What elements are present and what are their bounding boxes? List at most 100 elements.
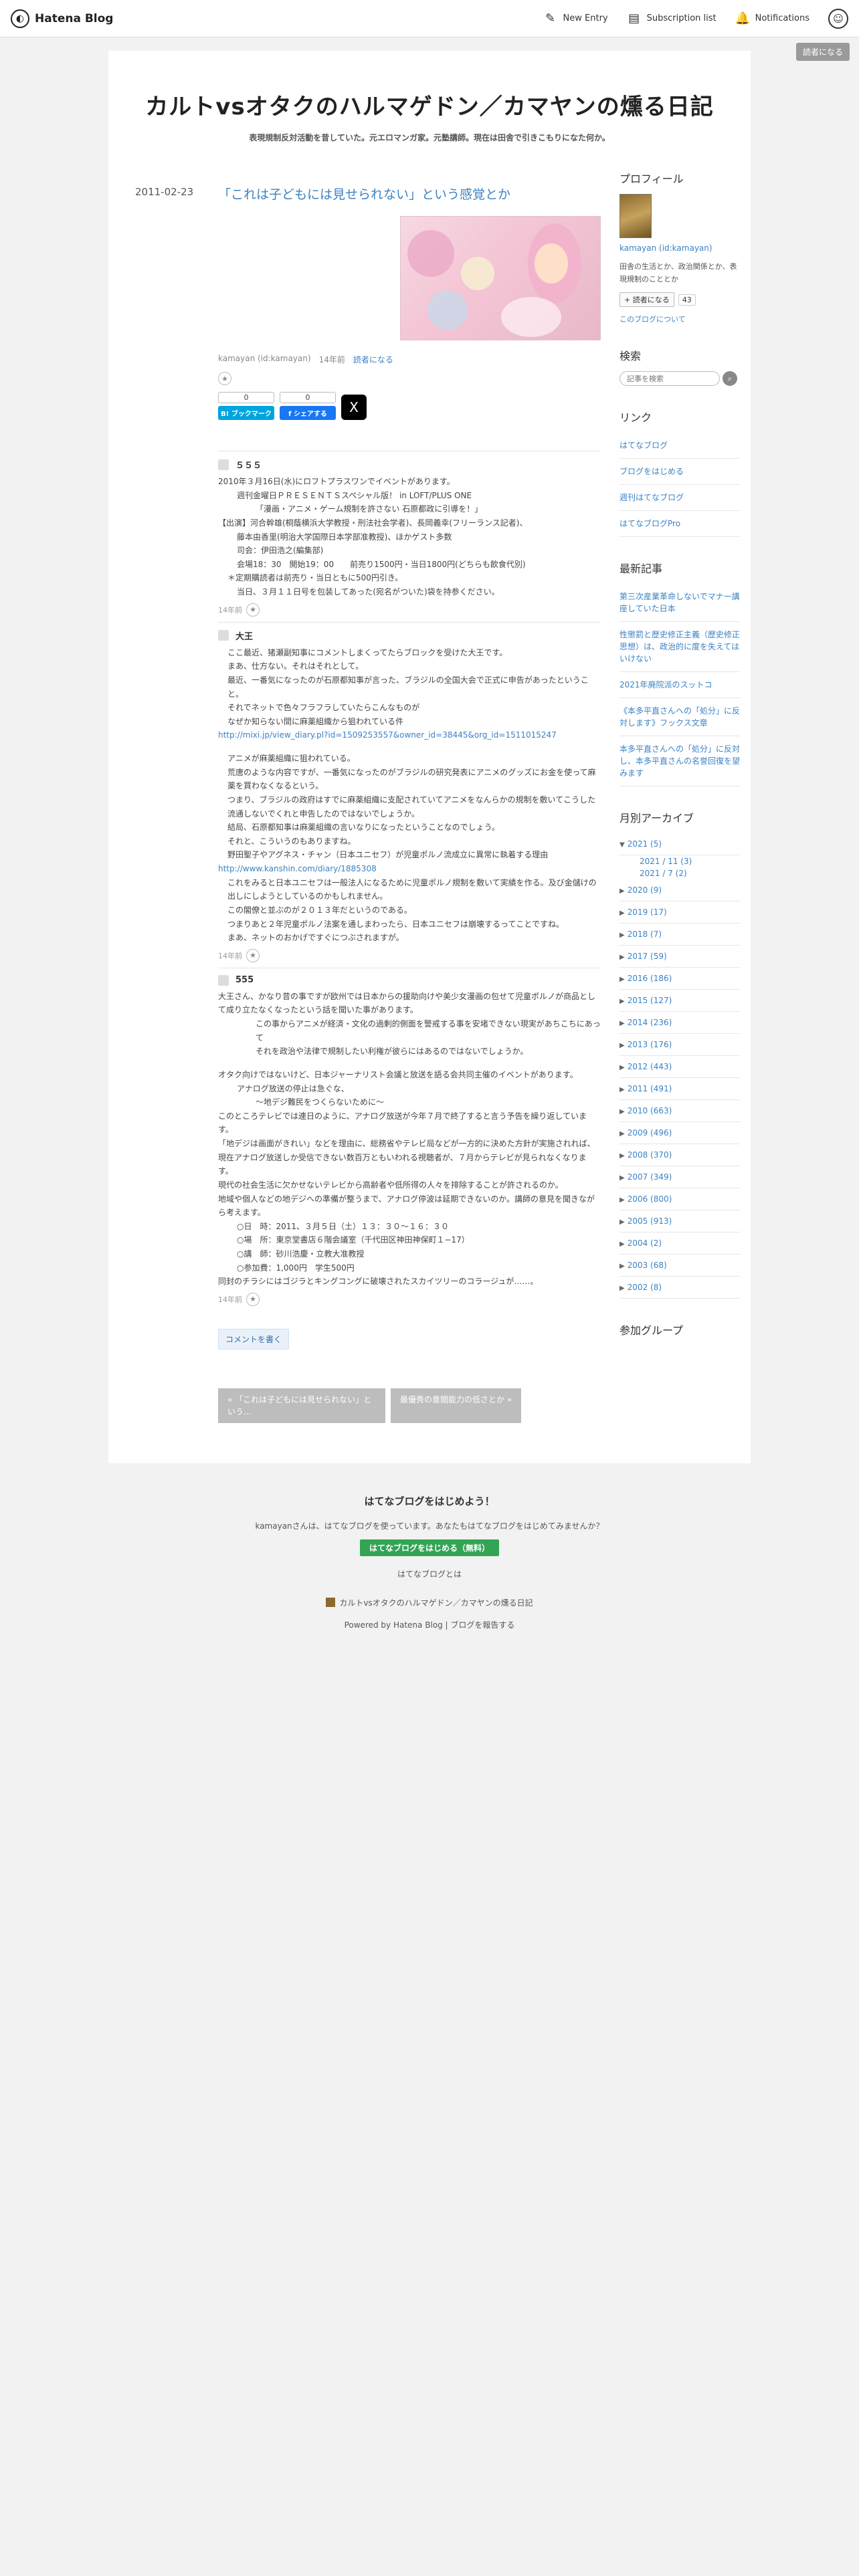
archive-month-link[interactable]: 2021 / 7 (2) [640,869,687,878]
chevron-right-icon[interactable]: ▶ [619,932,625,939]
subscribe-badge-button[interactable]: 読者になる [795,43,850,61]
profile-subscribe-button[interactable]: + 読者になる [619,292,674,308]
link-text[interactable]: 週刊はてなブログ [619,493,684,502]
recent-entry[interactable]: 本多平直さんへの「処分」に反対し、本多平直さんの名誉回復を望みます [619,736,740,787]
archive-item[interactable]: ▶ 2018 (7) [619,924,740,946]
link-item[interactable]: はてなブログ [619,433,740,459]
about-hatena-link[interactable]: はてなブログとは [0,1568,859,1580]
archive-item[interactable]: ▶ 2014 (236) [619,1012,740,1035]
archive-item[interactable]: ▶ 2019 (17) [619,901,740,924]
archive-item[interactable]: ▶ 2004 (2) [619,1232,740,1255]
entry-date[interactable]: 2011-02-23 [135,170,218,1423]
hatebu-share[interactable]: 0 B! ブックマーク [218,392,274,420]
archive-year-link[interactable]: 2017 (59) [628,952,667,961]
archive-item[interactable]: ▶ 2013 (176) [619,1034,740,1057]
archive-year-link[interactable]: 2006 (800) [628,1194,672,1204]
chevron-right-icon[interactable]: ▶ [619,909,625,917]
search-icon[interactable]: ⌕ [723,371,737,387]
archive-item[interactable]: ▶ 2016 (186) [619,968,740,990]
archive-item[interactable]: ▶ 2005 (913) [619,1210,740,1233]
archive-year-link[interactable]: 2008 (370) [628,1150,672,1160]
recent-entry-link[interactable]: 2021年廃院派のスットコ [619,680,712,689]
archive-item[interactable]: ▶ 2010 (663) [619,1100,740,1123]
chevron-right-icon[interactable]: ▶ [619,954,625,961]
facebook-share[interactable]: 0 f シェアする [280,392,336,420]
commenter-name[interactable]: 555 [235,975,254,985]
recent-entry-link[interactable]: 《本多平直さんへの「処分」に反対します》フックス文章 [619,706,740,728]
footer-blog-name[interactable]: カルトvsオタクのハルマゲドン／カマヤンの燻る日記 [0,1597,859,1608]
archive-item[interactable]: ▶ 2012 (443) [619,1056,740,1079]
notifications-link[interactable]: 🔔 Notifications [735,11,809,25]
link-text[interactable]: ブログをはじめる [619,467,684,476]
archive-year-link[interactable]: 2018 (7) [628,930,662,939]
archive-item[interactable]: ▶ 2009 (496) [619,1122,740,1145]
archive-year-link[interactable]: 2016 (186) [628,974,672,983]
archive-item[interactable]: ▶ 2007 (349) [619,1166,740,1189]
add-star-icon[interactable]: ★ [246,603,260,617]
chevron-right-icon[interactable]: ▶ [619,1152,625,1160]
link-text[interactable]: はてなブログ [619,441,668,450]
chevron-right-icon[interactable]: ▶ [619,1020,625,1027]
about-blog-link[interactable]: このブログについて [619,314,740,324]
archive-month-link[interactable]: 2021 / 11 (3) [640,857,692,866]
archive-year-link[interactable]: 2013 (176) [628,1040,672,1049]
archive-year-link[interactable]: 2015 (127) [628,996,672,1005]
archive-year-link[interactable]: 2004 (2) [628,1239,662,1248]
archive-item[interactable]: ▼ 2021 (5) [619,833,740,856]
chevron-right-icon[interactable]: ▶ [619,1263,625,1270]
hatena-blog-logo[interactable]: ◐ Hatena Blog [11,9,113,28]
archive-item[interactable]: 2021 / 7 (2) [619,867,740,879]
archive-item[interactable]: ▶ 2006 (800) [619,1188,740,1211]
subscription-list-link[interactable]: ▤ Subscription list [627,11,717,25]
add-star-icon[interactable]: ★ [218,372,231,385]
link-item[interactable]: 週刊はてなブログ [619,485,740,512]
archive-item[interactable]: ▶ 2011 (491) [619,1078,740,1101]
link-item[interactable]: ブログをはじめる [619,459,740,486]
link-text[interactable]: はてなブログPro [619,519,680,528]
archive-item[interactable]: ▶ 2015 (127) [619,990,740,1012]
recent-entry-link[interactable]: 第三次産業革命しないでマナー講座していた日本 [619,592,740,613]
recent-entry-link[interactable]: 本多平直さんへの「処分」に反対し、本多平直さんの名誉回復を望みます [619,744,740,778]
recent-entry-link[interactable]: 性懲罰と歴史修正主義（歴史修正思想）は、政治的に度を失えてはいけない [619,630,740,663]
archive-item[interactable]: ▶ 2008 (370) [619,1144,740,1167]
search-input[interactable] [619,371,720,387]
chevron-right-icon[interactable]: ▶ [619,1241,625,1248]
archive-year-link[interactable]: 2019 (17) [628,907,667,917]
add-star-icon[interactable]: ★ [246,1292,260,1306]
user-avatar-icon[interactable]: ☺ [828,8,848,29]
archive-year-link[interactable]: 2011 (491) [628,1084,672,1093]
write-comment-button[interactable]: コメントを書く [218,1328,290,1350]
x-share-icon[interactable]: X [341,395,367,420]
chevron-right-icon[interactable]: ▶ [619,1196,625,1204]
profile-name-link[interactable]: kamayan (id:kamayan) [619,243,712,253]
archive-year-link[interactable]: 2003 (68) [628,1261,667,1270]
blog-title[interactable]: カルトvsオタクのハルマゲドン／カマヤンの燻る日記 [135,88,724,121]
archive-year-link[interactable]: 2014 (236) [628,1018,672,1027]
recent-entry[interactable]: 性懲罰と歴史修正主義（歴史修正思想）は、政治的に度を失えてはいけない [619,622,740,673]
entry-subscribe-link[interactable]: 読者になる [353,354,393,365]
commenter-name[interactable]: ５５５ [235,458,262,471]
recent-entry[interactable]: 《本多平直さんへの「処分」に反対します》フックス文章 [619,698,740,737]
recent-entry[interactable]: 第三次産業革命しないでマナー講座していた日本 [619,584,740,623]
next-entry-button[interactable]: 最優秀の意閲能力の低さとか » [391,1388,522,1423]
chevron-right-icon[interactable]: ▶ [619,976,625,983]
archive-item[interactable]: ▶ 2002 (8) [619,1277,740,1299]
recent-entry[interactable]: 2021年廃院派のスットコ [619,672,740,699]
archive-item[interactable]: ▶ 2020 (9) [619,879,740,902]
profile-image[interactable] [619,194,652,238]
entry-title[interactable]: 「これは子どもには見せられない」という感覚とか [218,185,601,203]
link-item[interactable]: はてなブログPro [619,511,740,538]
chevron-right-icon[interactable]: ▶ [619,1130,625,1138]
archive-year-link[interactable]: 2002 (8) [628,1283,662,1292]
chevron-down-icon[interactable]: ▼ [619,841,625,849]
entry-author[interactable]: kamayan (id:kamayan) [218,354,311,365]
start-blog-button[interactable]: はてなブログをはじめる（無料） [359,1539,499,1556]
chevron-right-icon[interactable]: ▶ [619,1108,625,1115]
archive-year-link[interactable]: 2012 (443) [628,1062,672,1071]
archive-year-link[interactable]: 2007 (349) [628,1172,672,1182]
prev-entry-button[interactable]: « 「これは子どもには見せられない」という... [218,1388,385,1423]
archive-year-link[interactable]: 2005 (913) [628,1216,672,1226]
archive-year-link[interactable]: 2020 (9) [628,885,662,895]
facebook-button[interactable]: f シェアする [280,406,336,420]
archive-item[interactable]: 2021 / 11 (3) [619,855,740,867]
